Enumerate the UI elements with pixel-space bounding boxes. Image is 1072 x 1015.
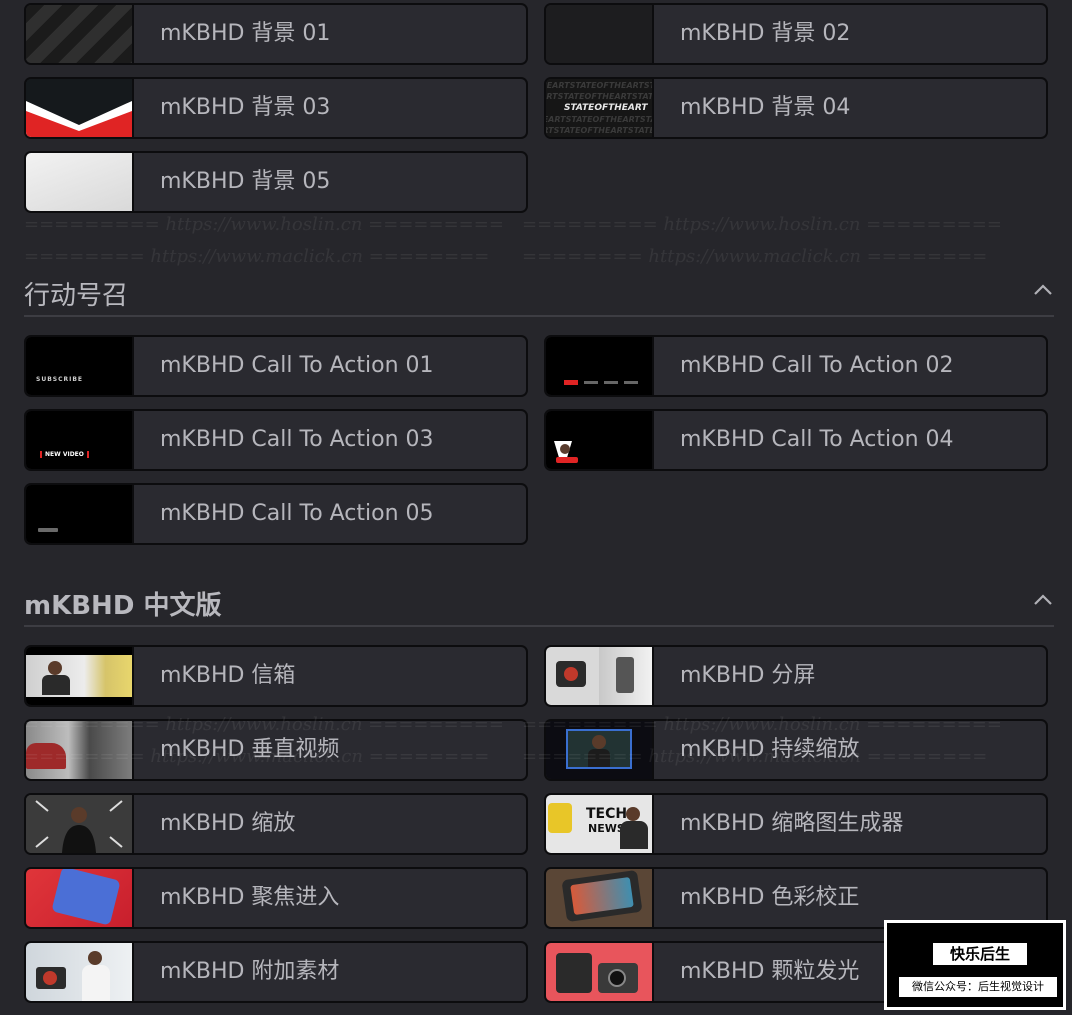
cta-card-04[interactable]: mKBHD Call To Action 04 [544,409,1048,471]
background-card-03[interactable]: mKBHD 背景 03 [24,77,528,139]
section-divider [24,625,1054,627]
section-divider [24,315,1054,317]
thumbnail-generator-thumbnail: TECH NEWS [546,795,654,853]
watermark: ========= https://www.hoslin.cn ========… [522,714,1002,735]
focus-in-label: mKBHD 聚焦进入 [160,885,340,910]
zoom-label: mKBHD 缩放 [160,811,296,836]
background-05-label: mKBHD 背景 05 [160,169,331,194]
background-01-label: mKBHD 背景 01 [160,21,331,46]
person-figure [48,661,62,675]
cta-01-label: mKBHD Call To Action 01 [160,353,434,378]
person-figure [620,821,648,849]
cta-02-thumbnail [546,337,654,395]
watermark: ======== https://www.maclick.cn ======== [24,246,490,267]
cta-01-thumbnail: SUBSCRIBE [26,337,134,395]
section-title-cta: 行动号召 [24,281,129,311]
social-bar [624,381,638,384]
new-video-tag: NEW VIDEO [40,451,89,458]
background-card-04[interactable]: HEARTSTATEOFTHEARTSTATE HEARTSTATEOFTHEA… [544,77,1048,139]
wechat-badge: 快乐后生 微信公众号：后生视觉设计 [884,920,1066,1010]
phone-shape [51,869,121,926]
background-02-thumbnail [546,5,654,63]
splitscreen-label: mKBHD 分屏 [680,663,816,688]
pattern-text-highlight: STATEOFTHEART [564,103,648,113]
tech-text: TECH [586,806,628,822]
cta-03-label: mKBHD Call To Action 03 [160,427,434,452]
background-03-thumbnail [26,79,134,137]
letterbox-thumbnail [26,647,134,705]
color-correction-thumbnail [546,869,654,927]
watermark: ========= https://www.hoslin.cn ========… [24,714,504,735]
background-01-thumbnail [26,5,134,63]
focus-in-thumbnail [26,869,134,927]
social-bar [604,381,618,384]
chevron-up-icon[interactable] [1032,279,1054,301]
cn-card-focus-in[interactable]: mKBHD 聚焦进入 [24,867,528,929]
person-figure [88,951,102,965]
background-card-01[interactable]: mKBHD 背景 01 [24,3,528,65]
cta-05-mark [38,528,58,532]
camera-lens [43,971,57,985]
watermark: ======== https://www.maclick.cn ======== [24,746,490,767]
watermark: ======== https://www.maclick.cn ======== [522,746,988,767]
camera-shape [556,953,592,993]
background-03-label: mKBHD 背景 03 [160,95,331,120]
cta-05-label: mKBHD Call To Action 05 [160,501,434,526]
background-card-02[interactable]: mKBHD 背景 02 [544,3,1048,65]
section-title-cn: mKBHD 中文版 [24,591,222,621]
pattern-text: HEARTSTATEOFTHEARTSTATE [546,81,654,90]
cta-card-05[interactable]: mKBHD Call To Action 05 [24,483,528,545]
cta-05-thumbnail [26,485,134,543]
badge-subtitle: 微信公众号：后生视觉设计 [899,977,1057,997]
cn-card-extra-assets[interactable]: mKBHD 附加素材 [24,941,528,1003]
background-05-thumbnail [26,153,134,211]
camera-lens [564,667,578,681]
cn-card-letterbox[interactable]: mKBHD 信箱 [24,645,528,707]
splitscreen-thumbnail [546,647,654,705]
cn-card-zoom[interactable]: mKBHD 缩放 [24,793,528,855]
cn-card-thumbnail-generator[interactable]: TECH NEWS mKBHD 缩略图生成器 [544,793,1048,855]
zoom-thumbnail [26,795,134,853]
subscribe-text: SUBSCRIBE [36,376,84,383]
cta-card-03[interactable]: NEW VIDEO mKBHD Call To Action 03 [24,409,528,471]
chevron-up-icon[interactable] [1032,589,1054,611]
watermark: ========= https://www.hoslin.cn ========… [522,214,1002,235]
phone-shape [616,657,634,693]
letterbox-label: mKBHD 信箱 [160,663,296,688]
pattern-text: HEARTSTATEOFTHEARTSTATE [546,126,654,135]
cn-card-splitscreen[interactable]: mKBHD 分屏 [544,645,1048,707]
pattern-text: HEARTSTATEOFTHEARTSTATE [546,115,652,124]
robot-shape [548,803,572,833]
person-figure [626,807,640,821]
extra-assets-label: mKBHD 附加素材 [160,959,340,984]
camera-lens [608,969,626,987]
background-card-05[interactable]: mKBHD 背景 05 [24,151,528,213]
background-04-thumbnail: HEARTSTATEOFTHEARTSTATE HEARTSTATEOFTHEA… [546,79,654,137]
person-figure [42,675,70,695]
color-correction-label: mKBHD 色彩校正 [680,885,860,910]
badge-title: 快乐后生 [933,943,1027,965]
grain-glow-thumbnail [546,943,654,1001]
extra-assets-thumbnail [26,943,134,1001]
cta-04-label: mKBHD Call To Action 04 [680,427,954,452]
social-bar [564,380,578,385]
social-bar [584,381,598,384]
cta-card-01[interactable]: SUBSCRIBE mKBHD Call To Action 01 [24,335,528,397]
watermark: ======== https://www.maclick.cn ======== [522,246,988,267]
watermark: ========= https://www.hoslin.cn ========… [24,214,504,235]
background-02-label: mKBHD 背景 02 [680,21,851,46]
pattern-text: HEARTSTATEOFTHEARTSTATE [546,92,654,101]
cta-card-02[interactable]: mKBHD Call To Action 02 [544,335,1048,397]
cta-03-thumbnail: NEW VIDEO [26,411,134,469]
cta-04-thumbnail [546,411,654,469]
person-figure [82,965,110,1001]
background-04-label: mKBHD 背景 04 [680,95,851,120]
thumbnail-generator-label: mKBHD 缩略图生成器 [680,811,904,836]
grain-glow-label: mKBHD 颗粒发光 [680,959,860,984]
cta-02-label: mKBHD Call To Action 02 [680,353,954,378]
